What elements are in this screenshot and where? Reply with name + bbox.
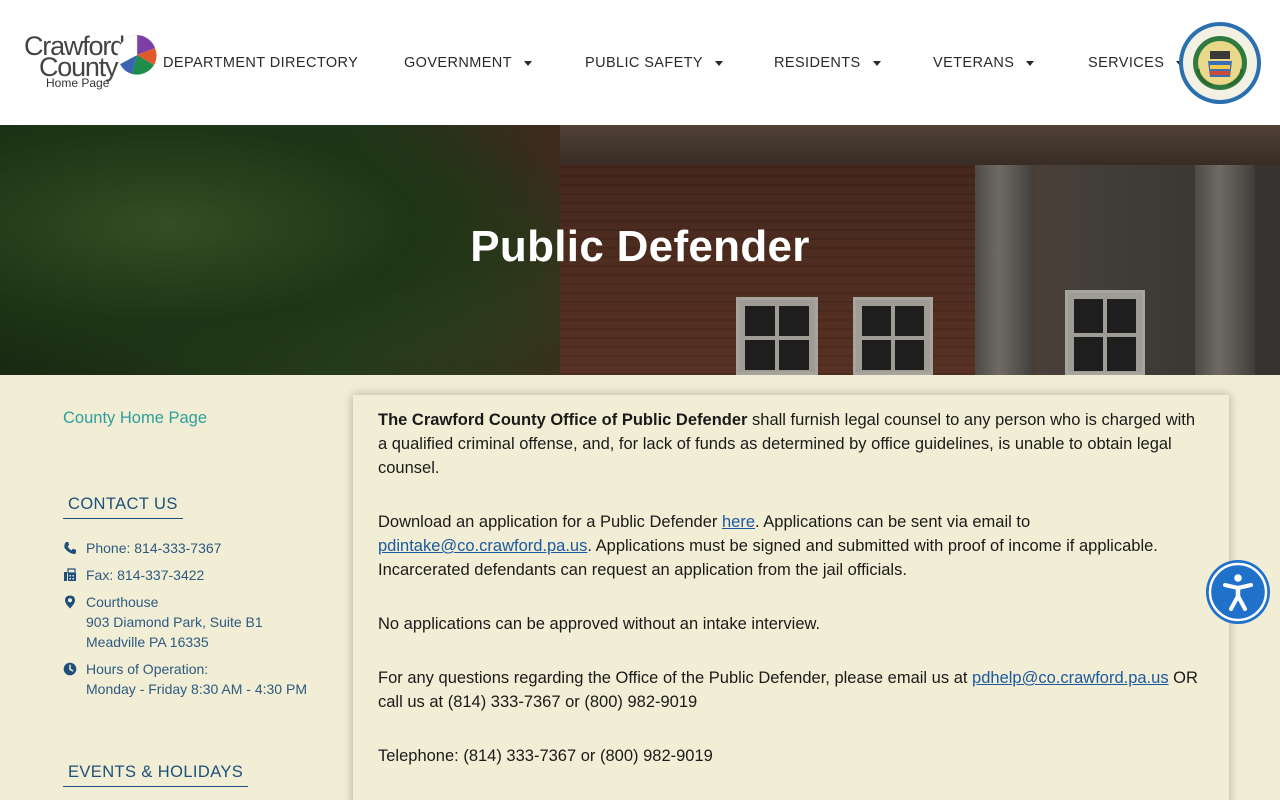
application-here-link[interactable]: here	[722, 513, 755, 531]
site-header: Crawford County Home Page DEPARTMENT DIR…	[0, 0, 1280, 125]
hours-line2: Monday - Friday 8:30 AM - 4:30 PM	[86, 681, 307, 697]
hero-banner: Public Defender	[0, 125, 1280, 375]
fax-icon	[63, 568, 77, 582]
accessibility-button[interactable]	[1206, 560, 1270, 624]
nav-department-directory[interactable]: DEPARTMENT DIRECTORY	[163, 52, 358, 74]
nav-veterans[interactable]: VETERANS	[933, 52, 1035, 74]
caret-down-icon	[523, 60, 532, 66]
logo-text-line3: Home Page	[46, 76, 110, 90]
accessibility-icon	[1208, 562, 1268, 622]
nav-label: VETERANS	[933, 55, 1015, 71]
application-text-a: Download an application for a Public Def…	[378, 513, 722, 531]
contact-phone[interactable]: Phone: 814-333-7367	[63, 538, 221, 558]
caret-down-icon	[1026, 60, 1035, 66]
hours-line1: Hours of Operation:	[86, 661, 209, 677]
nav-government[interactable]: GOVERNMENT	[404, 52, 532, 74]
nav-label: RESIDENTS	[774, 55, 861, 71]
page-title: Public Defender	[470, 222, 810, 271]
contact-fax-text: Fax: 814-337-3422	[86, 567, 205, 583]
telephone-paragraph: Telephone: (814) 333-7367 or (800) 982-9…	[378, 747, 713, 765]
caret-down-icon	[715, 60, 724, 66]
nav-label: SERVICES	[1088, 55, 1165, 71]
contact-us-heading: CONTACT US	[63, 495, 183, 519]
logo-pie-icon	[117, 34, 157, 75]
nav-label: DEPARTMENT DIRECTORY	[163, 55, 359, 71]
nav-label: PUBLIC SAFETY	[585, 55, 704, 71]
contact-hours: Hours of Operation: Monday - Friday 8:30…	[63, 659, 307, 699]
phone-icon	[63, 541, 77, 555]
address-line3: Meadville PA 16335	[86, 634, 209, 650]
nav-residents[interactable]: RESIDENTS	[774, 52, 881, 74]
contact-address-text: Courthouse 903 Diamond Park, Suite B1 Me…	[86, 592, 263, 652]
contact-hours-text: Hours of Operation: Monday - Friday 8:30…	[86, 659, 307, 699]
address-line2: 903 Diamond Park, Suite B1	[86, 614, 263, 630]
map-pin-icon	[63, 595, 77, 609]
nav-label: GOVERNMENT	[404, 55, 512, 71]
nav-public-safety[interactable]: PUBLIC SAFETY	[585, 52, 724, 74]
events-holidays-heading: EVENTS & HOLIDAYS	[63, 763, 249, 787]
caret-down-icon	[872, 60, 881, 66]
questions-text-a: For any questions regarding the Office o…	[378, 669, 973, 687]
pdintake-email-link[interactable]: pdintake@co.crawford.pa.us	[378, 537, 587, 555]
contact-phone-text: Phone: 814-333-7367	[86, 540, 222, 556]
pdhelp-email-link[interactable]: pdhelp@co.crawford.pa.us	[972, 669, 1169, 687]
county-logo-link[interactable]: Crawford County Home Page	[22, 30, 162, 94]
clock-icon	[63, 662, 77, 676]
contact-fax: Fax: 814-337-3422	[63, 565, 204, 585]
nav-services[interactable]: SERVICES	[1088, 52, 1185, 74]
intake-paragraph: No applications can be approved without …	[378, 615, 821, 633]
application-paragraph: Download an application for a Public Def…	[378, 510, 1208, 582]
intro-paragraph: The Crawford County Office of Public Def…	[378, 408, 1208, 480]
contact-address: Courthouse 903 Diamond Park, Suite B1 Me…	[63, 592, 263, 652]
application-text-b: . Applications can be sent via email to	[755, 513, 1031, 531]
county-home-page-link[interactable]: County Home Page	[63, 409, 207, 428]
address-line1: Courthouse	[86, 594, 159, 610]
county-seal-icon[interactable]	[1178, 21, 1262, 105]
intro-bold-text: The Crawford County Office of Public Def…	[378, 411, 748, 429]
questions-paragraph: For any questions regarding the Office o…	[378, 666, 1208, 714]
